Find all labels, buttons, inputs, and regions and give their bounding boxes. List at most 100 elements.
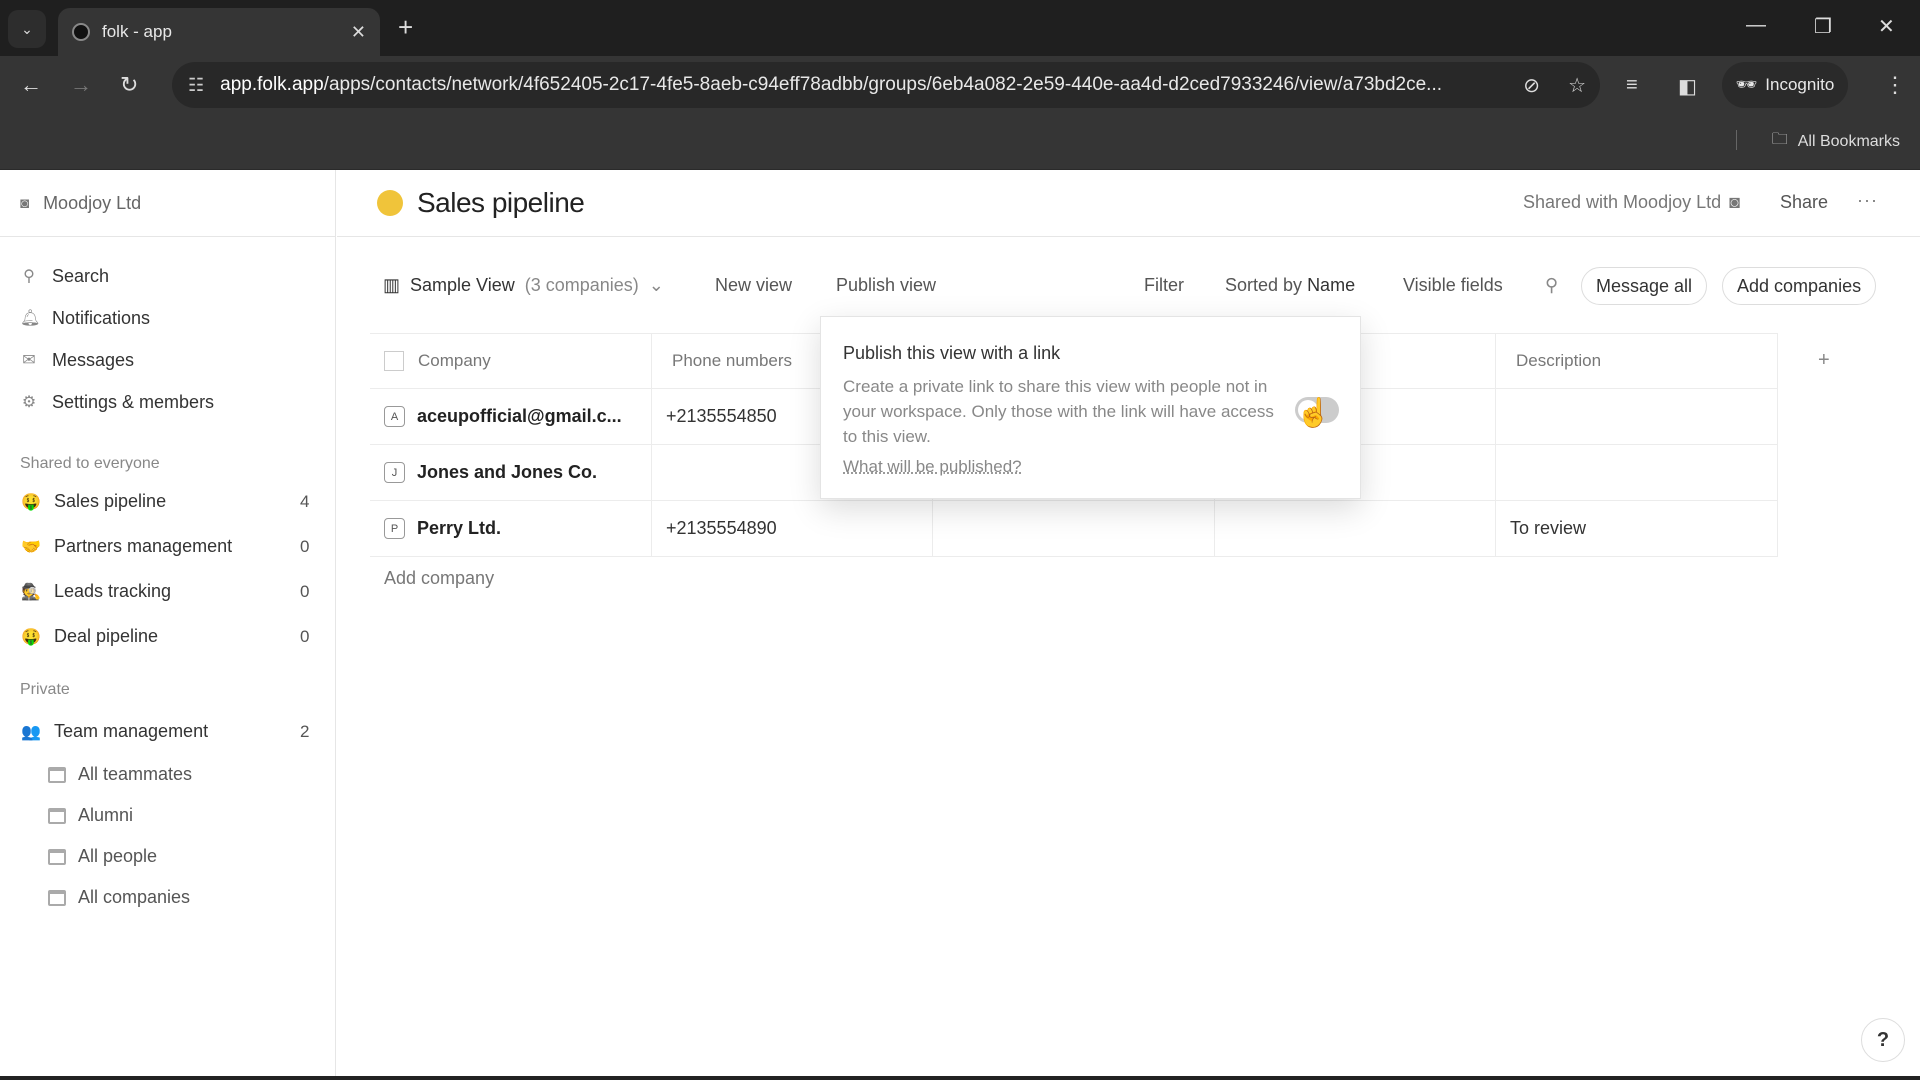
handshake-icon: 🤝 (21, 538, 41, 556)
table-icon (48, 807, 66, 824)
main-content: Sales pipeline Shared with Moodjoy Ltd ◙ … (337, 170, 1920, 1080)
view-toolbar: ▥ Sample View (3 companies) ⌄ New view P… (337, 267, 1920, 305)
minimize-icon[interactable]: — (1746, 14, 1766, 37)
sidebar-item-notifications[interactable]: 🔔︎ Notifications (0, 297, 335, 339)
share-button[interactable]: Share (1780, 192, 1828, 213)
search-icon[interactable]: ⚲ (1545, 275, 1558, 296)
sort-button[interactable]: Sorted by Name (1225, 275, 1355, 296)
close-tab-icon[interactable]: ✕ (351, 22, 366, 43)
section-private: Private (20, 681, 70, 698)
new-view-button[interactable]: New view (715, 275, 792, 296)
eye-off-icon[interactable]: ⊘ (1523, 73, 1540, 98)
workspace-switcher[interactable]: ◙ Moodjoy Ltd (0, 170, 335, 237)
company-name[interactable]: aceupofficial@gmail.c... (417, 406, 622, 427)
browser-menu-icon[interactable]: ⋮ (1884, 72, 1906, 98)
hand-cursor-icon: ☝ (1296, 397, 1331, 428)
description-cell[interactable]: To review (1496, 501, 1778, 556)
what-will-be-published-link[interactable]: What will be published? (843, 457, 1022, 477)
mail-icon: ✉ (22, 352, 36, 369)
publish-view-popover: Publish this view with a link Create a p… (820, 316, 1361, 499)
section-shared: Shared to everyone (20, 455, 160, 472)
help-button[interactable]: ? (1861, 1018, 1905, 1062)
group-count: 2 (300, 721, 310, 741)
view-selector[interactable]: ▥ Sample View (3 companies) ⌄ (383, 275, 664, 296)
bookmarks-bar (0, 112, 1920, 170)
description-cell[interactable] (1496, 445, 1778, 500)
publish-view-button[interactable]: Publish view (836, 275, 936, 296)
workspace-logo-icon: ◙ (20, 194, 30, 212)
group-count: 4 (300, 491, 310, 511)
table-icon (48, 848, 66, 865)
popover-description: Create a private link to share this view… (843, 377, 1274, 446)
page-title: Sales pipeline (417, 187, 585, 218)
cell[interactable] (1215, 501, 1496, 556)
browser-tab[interactable]: folk - app ✕ (58, 8, 380, 56)
tab-title: folk - app (102, 22, 172, 41)
chevron-down-icon: ⌄ (648, 275, 664, 295)
company-name[interactable]: Perry Ltd. (417, 518, 501, 539)
sidebar-item-messages[interactable]: ✉ Messages (0, 339, 335, 381)
incognito-badge[interactable]: 🕶 Incognito (1722, 62, 1848, 108)
url-text[interactable]: app.folk.app/apps/contacts/network/4f652… (220, 74, 1509, 96)
select-all-checkbox[interactable] (384, 351, 404, 371)
sidebar: ◙ Moodjoy Ltd ⚲ Search 🔔︎ Notifications ✉ M… (0, 170, 336, 1080)
sidebar-item-settings[interactable]: ⚙ Settings & members (0, 381, 335, 423)
company-name[interactable]: Jones and Jones Co. (417, 462, 597, 483)
add-company-button[interactable]: Add company (384, 568, 494, 589)
table-icon (48, 766, 66, 783)
detective-icon: 🕵 (21, 583, 41, 601)
shared-with-button[interactable]: Shared with Moodjoy Ltd ◙ (1523, 192, 1740, 213)
forward-icon[interactable]: → (70, 72, 92, 98)
table-icon (48, 889, 66, 906)
group-count: 0 (300, 581, 310, 601)
close-window-icon[interactable]: ✕ (1878, 14, 1895, 39)
new-tab-button[interactable]: + (398, 12, 413, 43)
bottom-edge (0, 1076, 1920, 1080)
group-partners-management[interactable]: 🤝 Partners management 0 (0, 524, 335, 569)
view-alumni[interactable]: Alumni (0, 795, 335, 836)
folder-icon: 🗀 (1771, 131, 1788, 148)
search-icon: ⚲ (23, 268, 35, 285)
more-options-button[interactable]: ··· (1857, 190, 1878, 211)
company-avatar: A (384, 406, 405, 427)
sidebar-item-search[interactable]: ⚲ Search (0, 255, 335, 297)
media-icon[interactable]: ≡ (1626, 74, 1638, 97)
add-companies-button[interactable]: Add companies (1722, 267, 1877, 305)
view-all-teammates[interactable]: All teammates (0, 754, 335, 795)
group-deal-pipeline[interactable]: 🤑 Deal pipeline 0 (0, 614, 335, 659)
star-icon[interactable]: ☆ (1568, 73, 1586, 98)
description-cell[interactable] (1496, 389, 1778, 444)
column-header-description[interactable]: Description (1496, 334, 1778, 388)
reload-icon[interactable]: ↻ (120, 72, 138, 98)
group-leads-tracking[interactable]: 🕵 Leads tracking 0 (0, 569, 335, 614)
group-sales-pipeline[interactable]: 🤑 Sales pipeline 4 (0, 479, 335, 524)
site-settings-icon[interactable]: ☷ (188, 75, 204, 96)
visible-fields-button[interactable]: Visible fields (1403, 275, 1503, 296)
group-count: 0 (300, 626, 310, 646)
table-row[interactable]: P Perry Ltd. +2135554890 To review (370, 501, 1778, 557)
add-column-button[interactable]: + (1818, 349, 1830, 372)
gear-icon: ⚙ (21, 394, 37, 411)
address-bar[interactable]: ☷ app.folk.app/apps/contacts/network/4f6… (172, 62, 1600, 108)
view-all-people[interactable]: All people (0, 836, 335, 877)
page-header: Sales pipeline Shared with Moodjoy Ltd ◙ … (337, 170, 1920, 237)
money-face-icon: 🤑 (21, 493, 41, 511)
message-all-button[interactable]: Message all (1581, 267, 1708, 305)
restore-icon[interactable]: ❐ (1814, 14, 1832, 39)
phone-cell[interactable]: +2135554890 (652, 501, 933, 556)
table-icon: ▥ (383, 275, 401, 295)
money-face-icon (377, 190, 403, 216)
group-count: 0 (300, 536, 310, 556)
group-team-management[interactable]: 👥 Team management 2 (0, 709, 335, 754)
filter-button[interactable]: Filter (1144, 275, 1184, 296)
side-panel-icon[interactable]: ◧ (1678, 74, 1697, 99)
all-bookmarks-button[interactable]: 🗀 All Bookmarks (1772, 128, 1900, 155)
popover-title: Publish this view with a link (843, 343, 1061, 363)
column-header-company[interactable]: Company (370, 334, 652, 388)
cell[interactable] (933, 501, 1215, 556)
chevron-down-icon: ⌄ (21, 20, 33, 37)
workspace-logo-icon: ◙ (1729, 192, 1740, 212)
view-all-companies[interactable]: All companies (0, 877, 335, 918)
tab-search-button[interactable]: ⌄ (8, 10, 46, 48)
back-icon[interactable]: ← (20, 72, 42, 98)
